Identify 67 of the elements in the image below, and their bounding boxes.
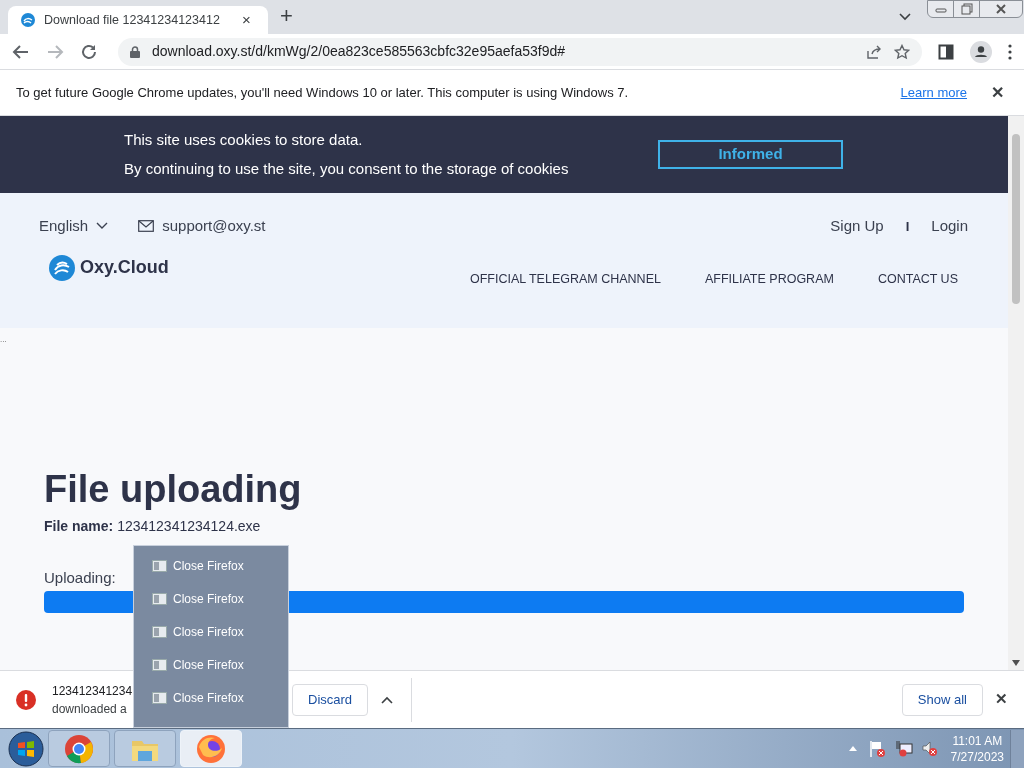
logo-text: Oxy.Cloud — [80, 256, 169, 279]
error-icon — [16, 689, 36, 710]
chrome-icon — [63, 732, 95, 765]
profile-avatar-icon[interactable] — [970, 40, 992, 63]
infobar-close-button[interactable]: ✕ — [991, 80, 1004, 105]
taskbar-app-button[interactable] — [48, 730, 110, 767]
back-icon[interactable] — [12, 42, 30, 61]
new-tab-button[interactable]: + — [280, 0, 293, 32]
window-icon — [152, 659, 167, 671]
show-all-button[interactable]: Show all — [901, 683, 983, 716]
window-icon — [152, 626, 167, 638]
progress-label: Uploading: — [44, 567, 117, 588]
mail-icon — [138, 220, 155, 233]
jump-list-item[interactable]: Close Firefox — [152, 654, 288, 676]
login-link[interactable]: Login — [931, 215, 968, 238]
restore-icon[interactable] — [959, 2, 974, 16]
action-center-flag-icon[interactable] — [868, 739, 887, 758]
window-icon — [152, 692, 167, 704]
page-title: File uploading — [44, 467, 303, 512]
scroll-down-icon[interactable] — [1012, 660, 1020, 666]
cookie-text: By continuing to use the site, you consent to the storage of cookies — [124, 158, 570, 179]
browser-tab[interactable]: Download file 12341234123412 × — [8, 6, 268, 34]
discard-button[interactable]: Discard — [292, 683, 369, 716]
jump-list-item[interactable]: Close Firefox — [152, 621, 288, 643]
chevron-down-icon[interactable] — [899, 13, 911, 21]
sign-up-link[interactable]: Sign Up — [830, 215, 884, 238]
jump-list-item[interactable]: Close Firefox — [152, 588, 288, 610]
window-icon — [152, 593, 167, 605]
reload-icon[interactable] — [80, 42, 98, 61]
url-text: download.oxy.st/d/kmWg/2/0ea823ce585563cbfc32e95aefa53f9d# — [152, 42, 567, 61]
jump-list-item[interactable]: Close Firefox — [152, 687, 288, 709]
language-selector[interactable]: English — [39, 215, 109, 238]
chevron-up-icon[interactable] — [381, 695, 394, 704]
address-bar[interactable]: download.oxy.st/d/kmWg/2/0ea823ce585563cbfc32e95aefa53f9d# — [118, 37, 922, 66]
jump-list-item[interactable]: Close Firefox — [152, 555, 288, 577]
shelf-close-button[interactable]: ✕ — [995, 688, 1008, 711]
star-icon[interactable] — [894, 43, 910, 60]
support-email-link[interactable]: support@oxy.st — [162, 215, 266, 238]
network-icon[interactable] — [894, 739, 913, 758]
nav-link[interactable]: AFFILIATE PROGRAM — [704, 269, 834, 289]
cookie-text: This site uses cookies to store data. — [124, 130, 364, 150]
tab-close-button[interactable]: × — [242, 8, 251, 32]
window-icon — [152, 560, 167, 572]
download-filename: 123412341234 — [52, 682, 133, 700]
share-icon[interactable] — [866, 43, 882, 60]
scrollbar[interactable] — [1008, 116, 1024, 670]
scrollbar-thumb[interactable] — [1012, 134, 1020, 304]
lock-icon — [130, 45, 140, 58]
informed-button[interactable]: Informed — [658, 140, 843, 169]
ellipsis-mark: ... — [0, 334, 7, 346]
logo-icon — [48, 253, 76, 282]
nav-link[interactable]: CONTACT US — [877, 269, 958, 289]
start-button[interactable] — [8, 730, 44, 767]
separator: I — [905, 217, 910, 236]
download-status: downloaded a — [52, 700, 127, 718]
chevron-down-icon — [96, 222, 109, 231]
file-name-text: File name: 123412341234124.exe — [44, 516, 262, 536]
menu-icon[interactable] — [1008, 43, 1012, 60]
close-icon[interactable] — [994, 2, 1008, 16]
tab-title: Download file 12341234123412 — [44, 11, 221, 29]
learn-more-link[interactable]: Learn more — [900, 82, 967, 103]
muted-speaker-icon[interactable] — [920, 739, 939, 758]
side-panel-icon[interactable] — [938, 43, 954, 60]
infobar-message: To get future Google Chrome updates, you'll need Windows 10 or later. This computer is using Windows 7. — [16, 83, 630, 102]
nav-link[interactable]: OFFICIAL TELEGRAM CHANNEL — [469, 269, 661, 289]
firefox-icon — [195, 732, 227, 765]
swirl-icon — [20, 12, 36, 28]
